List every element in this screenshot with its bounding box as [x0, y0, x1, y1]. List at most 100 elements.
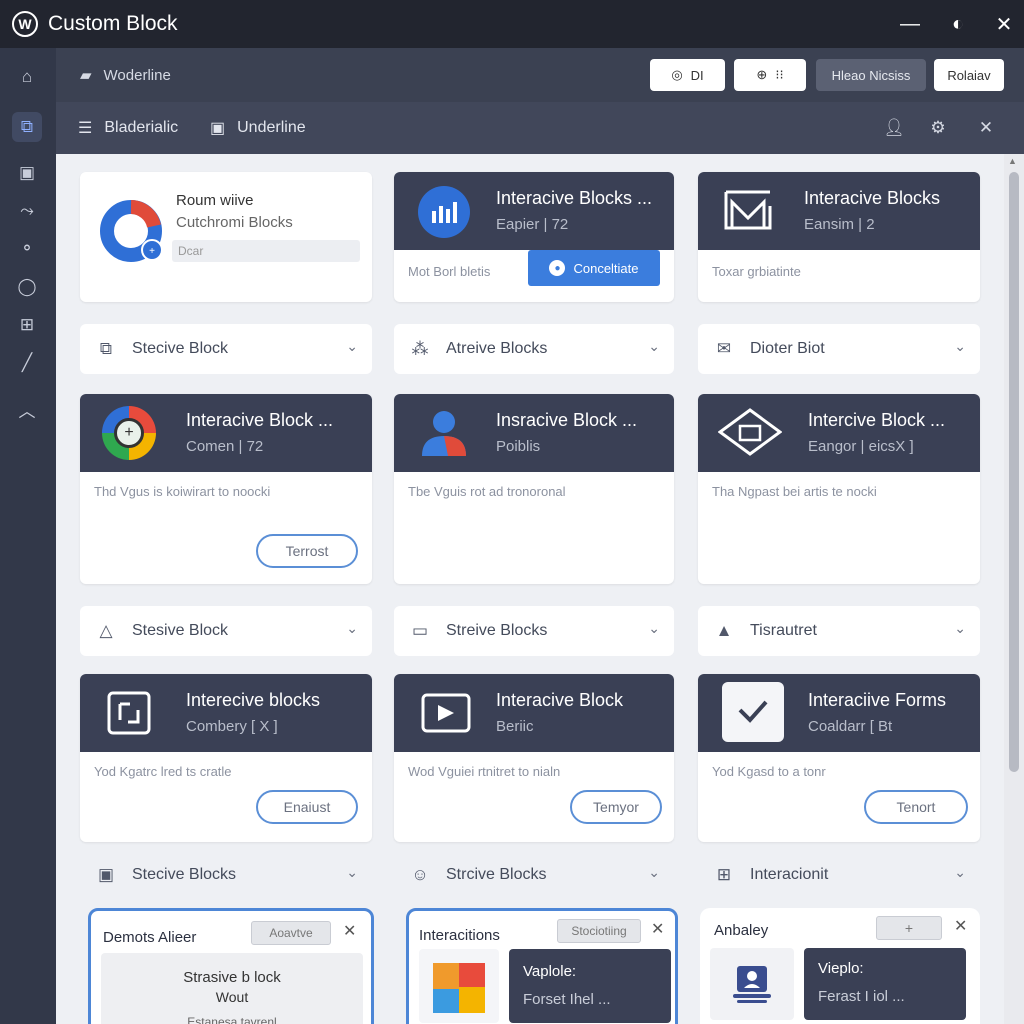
- card-body-text: Thd Vgus is koiwirart to noocki: [94, 484, 271, 499]
- variable-box: Vaplole: Forset Ihel ...: [509, 949, 671, 1023]
- chat-icon[interactable]: ◯: [12, 272, 42, 302]
- review-button[interactable]: Rolaiav: [934, 59, 1004, 91]
- block-card[interactable]: Interacive Block Beriic Wod Vguiei rtnit…: [394, 674, 674, 842]
- chevron-down-icon: ⌄: [954, 864, 966, 880]
- debug-button[interactable]: ◎ DI: [650, 59, 725, 91]
- panel-title: Demots Alieer: [103, 929, 197, 946]
- donut-chart-icon: +: [100, 200, 163, 262]
- underline-label: Underline: [237, 119, 306, 136]
- pen-icon[interactable]: ╱: [12, 348, 42, 378]
- close-icon[interactable]: ✕: [651, 919, 664, 939]
- close-panel-icon[interactable]: ✕: [974, 116, 998, 140]
- preview-panel[interactable]: Demots Alieer Aoavtve ✕ Strasive b lock …: [88, 908, 374, 1024]
- grid-icon: ⊞: [716, 865, 732, 884]
- template-button[interactable]: Temyor: [570, 790, 662, 824]
- card-body-text: Toxar grbiatinte: [712, 264, 801, 279]
- block-card[interactable]: Interacive Blocks ... Eapier | 72 Mot Bo…: [394, 172, 674, 302]
- layout-button[interactable]: ⊕ ⁝⁝: [734, 59, 806, 91]
- list-icon: ☰: [78, 120, 93, 137]
- block-dropdown[interactable]: ▣ Stecive Blocks ⌄: [80, 850, 372, 900]
- preview-line: Strasive b lock: [183, 969, 281, 986]
- block-dropdown[interactable]: ▭ Streive Blocks ⌄: [394, 606, 674, 656]
- card-subtitle: Eansim | 2: [804, 216, 875, 233]
- connect-icon[interactable]: ⤳: [12, 196, 42, 226]
- block-card[interactable]: Interecive blocks Combery [ X ] Yod Kgat…: [80, 674, 372, 842]
- card-subtitle: Comen | 72: [186, 438, 264, 455]
- preview-line: Wout: [215, 989, 249, 1005]
- blocks-icon[interactable]: ⧉: [12, 112, 42, 142]
- block-dropdown[interactable]: ⊞ Interacionit ⌄: [698, 850, 980, 900]
- card-header: Intercive Block ... Eangor | eicsX ]: [698, 394, 980, 472]
- cube-icon: ⧉: [99, 339, 113, 358]
- card-subtitle: Cutchromi Blocks: [176, 214, 293, 231]
- calendar-icon[interactable]: ▣: [12, 158, 42, 188]
- adjust-button[interactable]: Enaiust: [256, 790, 358, 824]
- home-icon[interactable]: ⌂: [12, 62, 42, 92]
- block-list-tool[interactable]: ☰ Bladerialic: [78, 118, 178, 138]
- card-header: Interacive Blocks ... Eapier | 72: [394, 172, 674, 250]
- grid-icon[interactable]: ⊞: [12, 310, 42, 340]
- card-subtitle: Combery [ X ]: [186, 718, 278, 735]
- theme-toggle-icon[interactable]: ◐: [944, 10, 972, 38]
- block-dropdown[interactable]: ☺ Strcive Blocks ⌄: [394, 850, 674, 900]
- card-title: Interacive Blocks ...: [496, 188, 653, 208]
- block-card[interactable]: Insracive Block ... Poiblis Tbe Vguis ro…: [394, 394, 674, 584]
- crosshair-icon: ⊕: [756, 67, 768, 82]
- card-input[interactable]: Dcar: [172, 240, 360, 262]
- variable-box: Vieplo: Ferast I iol ...: [804, 948, 966, 1020]
- card-subtitle: Beriic: [496, 718, 534, 735]
- block-card[interactable]: Interacive Blocks Eansim | 2 Toxar grbia…: [698, 172, 980, 302]
- block-card[interactable]: + Interacive Block ... Comen | 72 Thd Vg…: [80, 394, 372, 584]
- chevron-down-icon: ⌄: [346, 864, 358, 880]
- block-card[interactable]: Intercive Block ... Eangor | eicsX ] Tha…: [698, 394, 980, 584]
- analytics-panel[interactable]: Anbaley + ✕ Vieplo: Ferast I iol ...: [700, 908, 980, 1024]
- block-dropdown[interactable]: ⧉ Stecive Block ⌄: [80, 324, 372, 374]
- panel-tag[interactable]: Stociotiing: [557, 919, 641, 943]
- block-dropdown[interactable]: △ Stesive Block ⌄: [80, 606, 372, 656]
- chevron-down-icon: ⌄: [346, 338, 358, 354]
- underline-tool[interactable]: ▣ Underline: [210, 118, 306, 138]
- panel-preview-box: Strasive b lock Wout Estanesa tavrenl: [101, 953, 363, 1024]
- card-title: Roum wiive: [176, 192, 254, 209]
- interactions-panel[interactable]: Interacitions Stociotiing ✕ Vaplole: For…: [406, 908, 678, 1024]
- toolbar-label: ▰ Woderline: [80, 66, 171, 85]
- panel-tag[interactable]: Aoavtve: [251, 921, 331, 945]
- add-button[interactable]: +: [876, 916, 942, 940]
- comment-icon: ▭: [411, 621, 429, 640]
- diamond-building-icon: [718, 408, 782, 456]
- user-icon[interactable]: 👤︎: [882, 116, 906, 140]
- calculate-button[interactable]: ● Conceltiate: [528, 250, 660, 286]
- close-icon[interactable]: ✕: [954, 916, 967, 936]
- card-title: Interaciive Forms: [808, 690, 947, 710]
- close-window-button[interactable]: ✕: [990, 10, 1018, 38]
- dropdown-label: Streive Blocks: [446, 622, 548, 639]
- share-icon[interactable]: ⚬: [12, 234, 42, 264]
- mail-frame-icon: [724, 190, 772, 230]
- block-dropdown[interactable]: ✉ Dioter Biot ⌄: [698, 324, 980, 374]
- block-card[interactable]: Interaciive Forms Coaldarr [ Bt Yod Kgas…: [698, 674, 980, 842]
- dropdown-label: Atreive Blocks: [446, 340, 548, 357]
- person-icon: [422, 411, 466, 456]
- minimize-button[interactable]: —: [896, 10, 924, 38]
- collapse-icon[interactable]: ︿: [12, 394, 42, 424]
- sidebar: ⌂ ⧉ ▣ ⤳ ⚬ ◯ ⊞ ╱ ︿: [0, 48, 56, 1024]
- close-icon[interactable]: ✕: [343, 921, 356, 941]
- template-button[interactable]: Tenort: [864, 790, 968, 824]
- scrollbar-thumb[interactable]: [1009, 172, 1019, 772]
- block-dropdown[interactable]: ⁂ Atreive Blocks ⌄: [394, 324, 674, 374]
- scroll-up-icon[interactable]: ▲: [1008, 156, 1017, 166]
- id-card-icon: [710, 948, 794, 1020]
- test-button[interactable]: Terrost: [256, 534, 358, 568]
- dropdown-label: Dioter Biot: [750, 340, 825, 357]
- variable-label: Vaplole:: [523, 963, 577, 980]
- main-content: + Roum wiive Cutchromi Blocks Dcar Inter…: [56, 154, 1004, 1024]
- hide-blocks-button[interactable]: Hleao Nicsiss: [816, 59, 926, 91]
- chevron-down-icon: ⌄: [648, 620, 660, 636]
- block-card[interactable]: + Roum wiive Cutchromi Blocks Dcar: [80, 172, 372, 302]
- chevron-down-icon: ⌄: [954, 620, 966, 636]
- card-title: Interacive Block: [496, 690, 624, 710]
- settings-icon[interactable]: ⚙︎: [926, 116, 950, 140]
- block-dropdown[interactable]: ▲ Tisrautret ⌄: [698, 606, 980, 656]
- card-header: Interacive Blocks Eansim | 2: [698, 172, 980, 250]
- vertical-scrollbar[interactable]: ▲: [1004, 154, 1024, 1024]
